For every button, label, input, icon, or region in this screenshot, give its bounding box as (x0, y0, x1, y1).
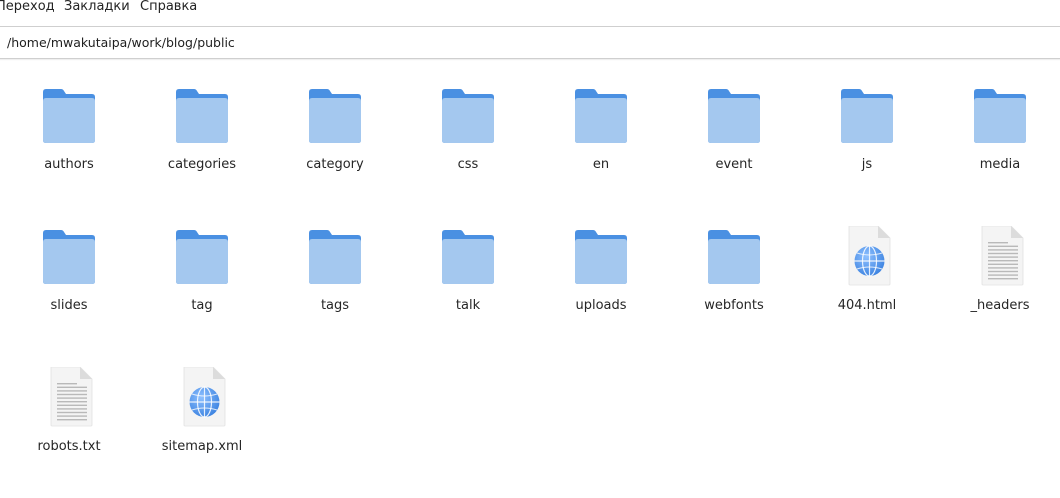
folder-icon (575, 229, 627, 287)
folder-icon (442, 88, 494, 146)
file-name: talk (455, 298, 481, 313)
file-name: 404.html (837, 298, 897, 313)
folder-item[interactable]: css (408, 82, 528, 212)
html-file-icon (844, 226, 896, 286)
folder-icon (176, 88, 228, 146)
folder-icon (442, 229, 494, 287)
text-file-icon (46, 367, 98, 427)
folder-item[interactable]: slides (9, 223, 129, 353)
menu-go[interactable]: Переход (0, 0, 55, 15)
file-grid: authors categories category css en event js med… (0, 80, 1060, 498)
folder-icon (309, 88, 361, 146)
location-path[interactable]: /home/mwakutaipa/work/blog/public (7, 35, 235, 51)
file-name: en (592, 157, 610, 172)
folder-item[interactable]: uploads (541, 223, 661, 353)
text-file-icon (977, 226, 1029, 286)
file-name: robots.txt (37, 439, 101, 454)
file-item[interactable]: sitemap.xml (142, 364, 262, 494)
folder-item[interactable]: tags (275, 223, 395, 353)
file-name: uploads (575, 298, 627, 313)
menu-help[interactable]: Справка (140, 0, 197, 15)
folder-item[interactable]: tag (142, 223, 262, 353)
folder-item[interactable]: en (541, 82, 661, 212)
folder-icon (708, 88, 760, 146)
folder-icon (176, 229, 228, 287)
html-file-icon (179, 367, 231, 427)
folder-icon (841, 88, 893, 146)
file-name: webfonts (704, 298, 764, 313)
file-name: sitemap.xml (161, 439, 243, 454)
folder-item[interactable]: categories (142, 82, 262, 212)
file-name: category (306, 157, 364, 172)
file-name: categories (167, 157, 237, 172)
file-item[interactable]: _headers (940, 223, 1060, 353)
location-bar[interactable]: /home/mwakutaipa/work/blog/public (0, 26, 1060, 59)
file-name: event (715, 157, 753, 172)
folder-icon (708, 229, 760, 287)
folder-item[interactable]: event (674, 82, 794, 212)
file-name: authors (44, 157, 94, 172)
folder-icon (575, 88, 627, 146)
folder-item[interactable]: js (807, 82, 927, 212)
file-item[interactable]: robots.txt (9, 364, 129, 494)
folder-icon (309, 229, 361, 287)
file-name: css (457, 157, 479, 172)
folder-item[interactable]: webfonts (674, 223, 794, 353)
file-name: tags (320, 298, 350, 313)
file-name: tag (191, 298, 213, 313)
file-name: _headers (970, 298, 1030, 313)
folder-item[interactable]: media (940, 82, 1060, 212)
folder-item[interactable]: talk (408, 223, 528, 353)
menu-bar: Переход Закладки Справка (0, 0, 1060, 17)
folder-item[interactable]: category (275, 82, 395, 212)
folder-icon (43, 229, 95, 287)
file-name: js (861, 157, 873, 172)
file-item[interactable]: 404.html (807, 223, 927, 353)
file-name: media (979, 157, 1021, 172)
menu-bookmarks[interactable]: Закладки (64, 0, 130, 15)
folder-icon (974, 88, 1026, 146)
folder-item[interactable]: authors (9, 82, 129, 212)
file-name: slides (50, 298, 88, 313)
folder-icon (43, 88, 95, 146)
